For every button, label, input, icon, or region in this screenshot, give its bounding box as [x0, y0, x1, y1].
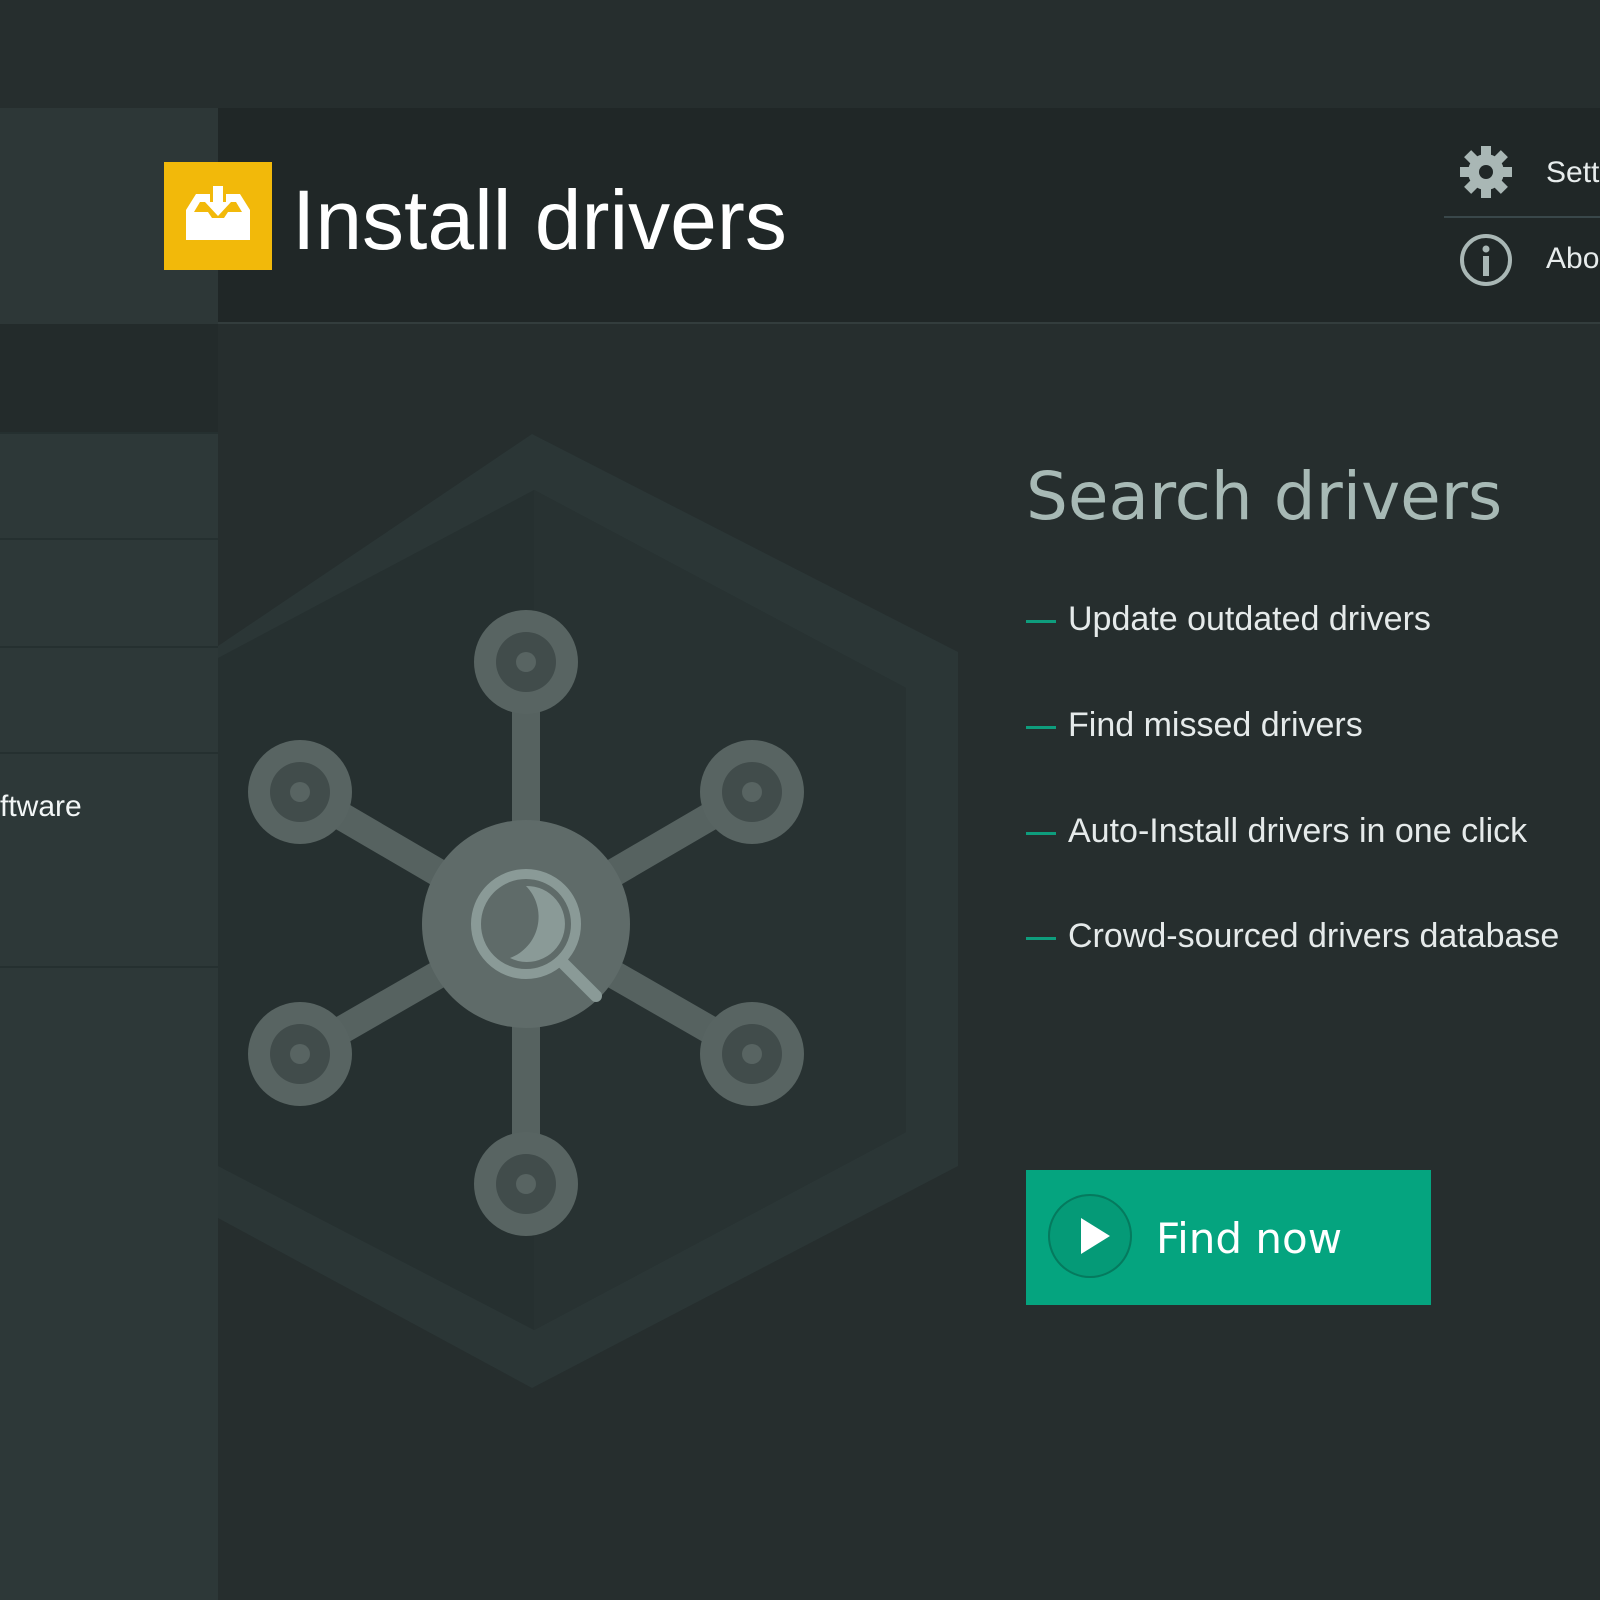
find-now-button[interactable]: Find now	[1026, 1170, 1431, 1305]
find-now-label: Find now	[1156, 1214, 1343, 1263]
feature-text: Update outdated drivers	[1068, 600, 1431, 638]
gear-node-icon-top	[474, 610, 578, 714]
dash-bullet	[1026, 620, 1056, 623]
dash-bullet	[1026, 832, 1056, 835]
feature-text: Crowd-sourced drivers database	[1068, 917, 1560, 955]
gear-node-icon-lower-left	[248, 1002, 352, 1106]
gear-node-icon-upper-left	[248, 740, 352, 844]
magnifier-hub-icon	[422, 820, 630, 1028]
gear-node-icon-bottom	[474, 1132, 578, 1236]
play-icon	[1048, 1194, 1132, 1278]
gear-node-icon-lower-right	[700, 1002, 804, 1106]
dash-bullet	[1026, 726, 1056, 729]
feature-text: Auto-Install drivers in one click	[1068, 812, 1528, 850]
driver-network-hexagon-illustration	[218, 434, 958, 1388]
search-drivers-heading: Search drivers	[1026, 458, 1503, 535]
dash-bullet	[1026, 937, 1056, 940]
feature-text: Find missed drivers	[1068, 706, 1363, 744]
gear-node-icon-upper-right	[700, 740, 804, 844]
